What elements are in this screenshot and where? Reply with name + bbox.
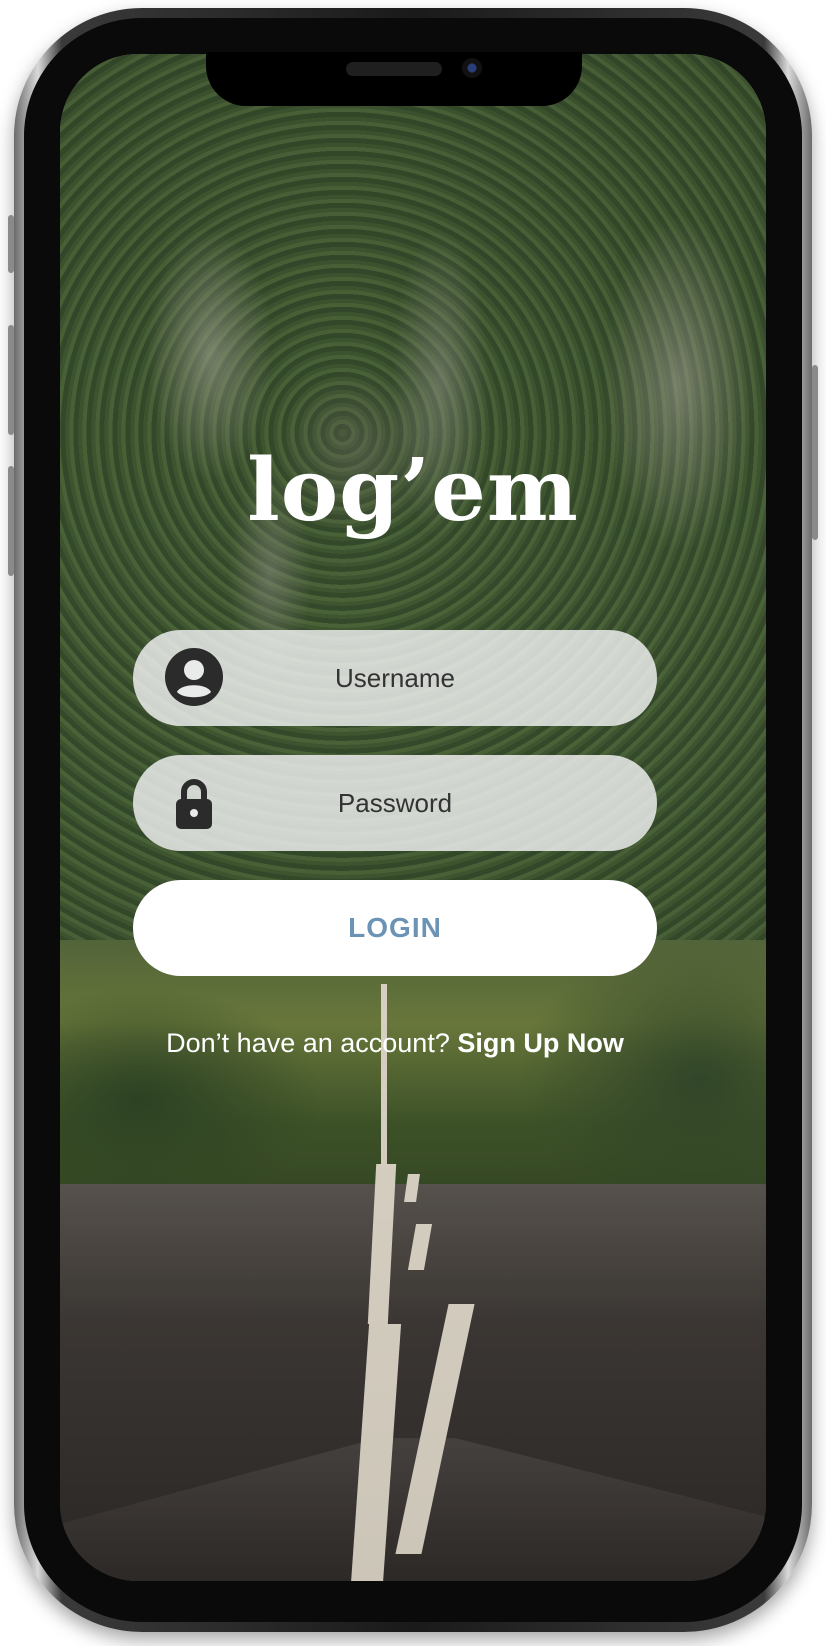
signup-prompt: Don’t have an account?: [166, 1028, 450, 1058]
username-placeholder: Username: [335, 663, 455, 693]
front-camera: [462, 58, 482, 78]
signup-row: Don’t have an account? Sign Up Now: [0, 1028, 790, 1059]
app-logo: log’em: [247, 440, 579, 541]
volume-up-button: [8, 325, 14, 435]
speaker-grille: [346, 62, 442, 76]
username-field[interactable]: Username: [133, 630, 657, 726]
password-field[interactable]: Password: [133, 755, 657, 851]
sign-up-link[interactable]: Sign Up Now: [457, 1028, 623, 1058]
password-placeholder: Password: [337, 788, 453, 818]
notch: [206, 52, 582, 106]
mute-switch: [8, 215, 14, 273]
login-button[interactable]: LOGIN: [133, 880, 657, 976]
